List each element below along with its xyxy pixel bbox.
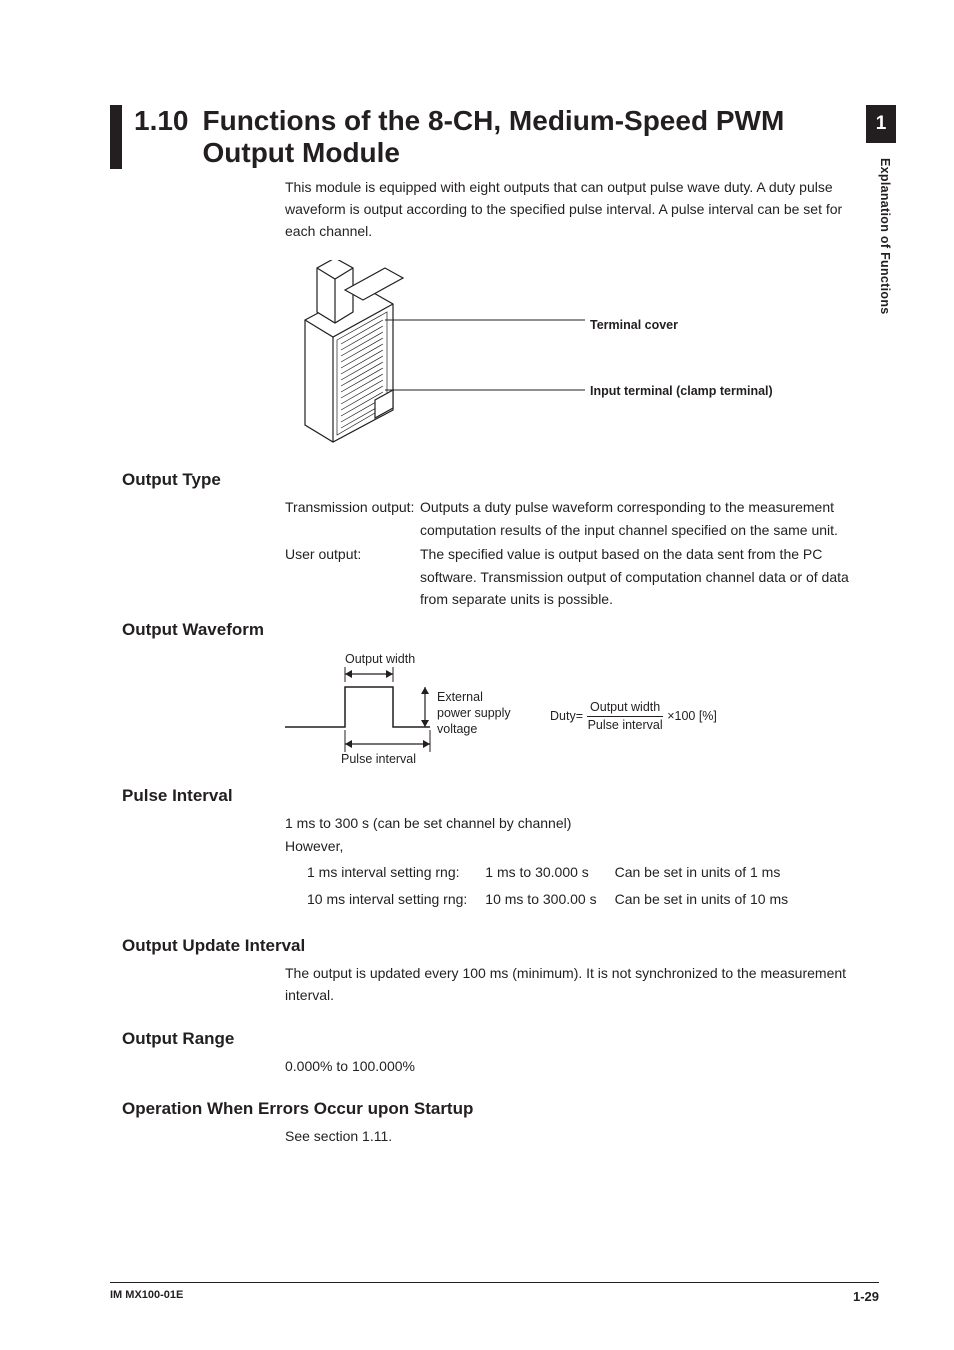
module-illustration: Terminal cover Input terminal (clamp ter…	[285, 260, 879, 450]
subheading-operation-errors: Operation When Errors Occur upon Startup	[122, 1099, 879, 1119]
subheading-pulse-interval: Pulse Interval	[122, 786, 879, 806]
output-range-body: 0.000% to 100.000%	[285, 1055, 879, 1077]
footer-page-number: 1-29	[853, 1289, 879, 1304]
waveform-diagram: Output width Externalpower supplyvoltage…	[285, 652, 879, 772]
subheading-output-update: Output Update Interval	[122, 936, 879, 956]
section-heading: 1.10 Functions of the 8-CH, Medium-Speed…	[110, 105, 879, 169]
duty-formula: Duty= Output width Pulse interval ×100 […	[550, 700, 717, 732]
pulse-interval-line1: 1 ms to 300 s (can be set channel by cha…	[285, 812, 879, 834]
def-body: The specified value is output based on t…	[420, 543, 879, 610]
table-row: 10 ms interval setting rng: 10 ms to 300…	[307, 888, 804, 912]
formula-numerator: Output width	[587, 700, 663, 716]
table-row: 1 ms interval setting rng: 1 ms to 30.00…	[307, 861, 804, 885]
cell: Can be set in units of 10 ms	[615, 888, 805, 912]
heading-bar	[110, 105, 122, 169]
def-term: User output:	[285, 543, 420, 610]
def-body: Outputs a duty pulse waveform correspond…	[420, 496, 879, 541]
page-footer: IM MX100-01E 1-29	[110, 1282, 879, 1304]
illustration-label-input-terminal: Input terminal (clamp terminal)	[590, 384, 773, 398]
footer-doc-id: IM MX100-01E	[110, 1289, 183, 1304]
subheading-output-waveform: Output Waveform	[122, 620, 879, 640]
section-number: 1.10	[134, 105, 189, 137]
cell: 1 ms to 30.000 s	[485, 861, 612, 885]
subheading-output-type: Output Type	[122, 470, 879, 490]
def-term: Transmission output:	[285, 496, 420, 541]
output-update-body: The output is updated every 100 ms (mini…	[285, 962, 879, 1007]
pulse-interval-line2: However,	[285, 835, 879, 857]
illustration-label-terminal-cover: Terminal cover	[590, 318, 678, 332]
waveform-label-output-width: Output width	[345, 652, 415, 666]
output-type-body: Transmission output: Outputs a duty puls…	[285, 496, 879, 610]
cell: Can be set in units of 1 ms	[615, 861, 805, 885]
formula-denominator: Pulse interval	[588, 717, 663, 732]
formula-suffix: ×100 [%]	[667, 709, 717, 723]
waveform-label-pulse-interval: Pulse interval	[341, 752, 416, 766]
pulse-interval-body: 1 ms to 300 s (can be set channel by cha…	[285, 812, 879, 914]
module-svg-icon	[285, 260, 585, 450]
intro-paragraph: This module is equipped with eight outpu…	[285, 177, 865, 242]
pulse-interval-table: 1 ms interval setting rng: 1 ms to 30.00…	[305, 859, 806, 914]
cell: 10 ms interval setting rng:	[307, 888, 483, 912]
cell: 1 ms interval setting rng:	[307, 861, 483, 885]
operation-errors-body: See section 1.11.	[285, 1125, 879, 1147]
waveform-label-external: Externalpower supplyvoltage	[437, 690, 511, 737]
cell: 10 ms to 300.00 s	[485, 888, 612, 912]
section-title: Functions of the 8-CH, Medium-Speed PWM …	[203, 105, 880, 169]
formula-prefix: Duty=	[550, 709, 583, 723]
subheading-output-range: Output Range	[122, 1029, 879, 1049]
